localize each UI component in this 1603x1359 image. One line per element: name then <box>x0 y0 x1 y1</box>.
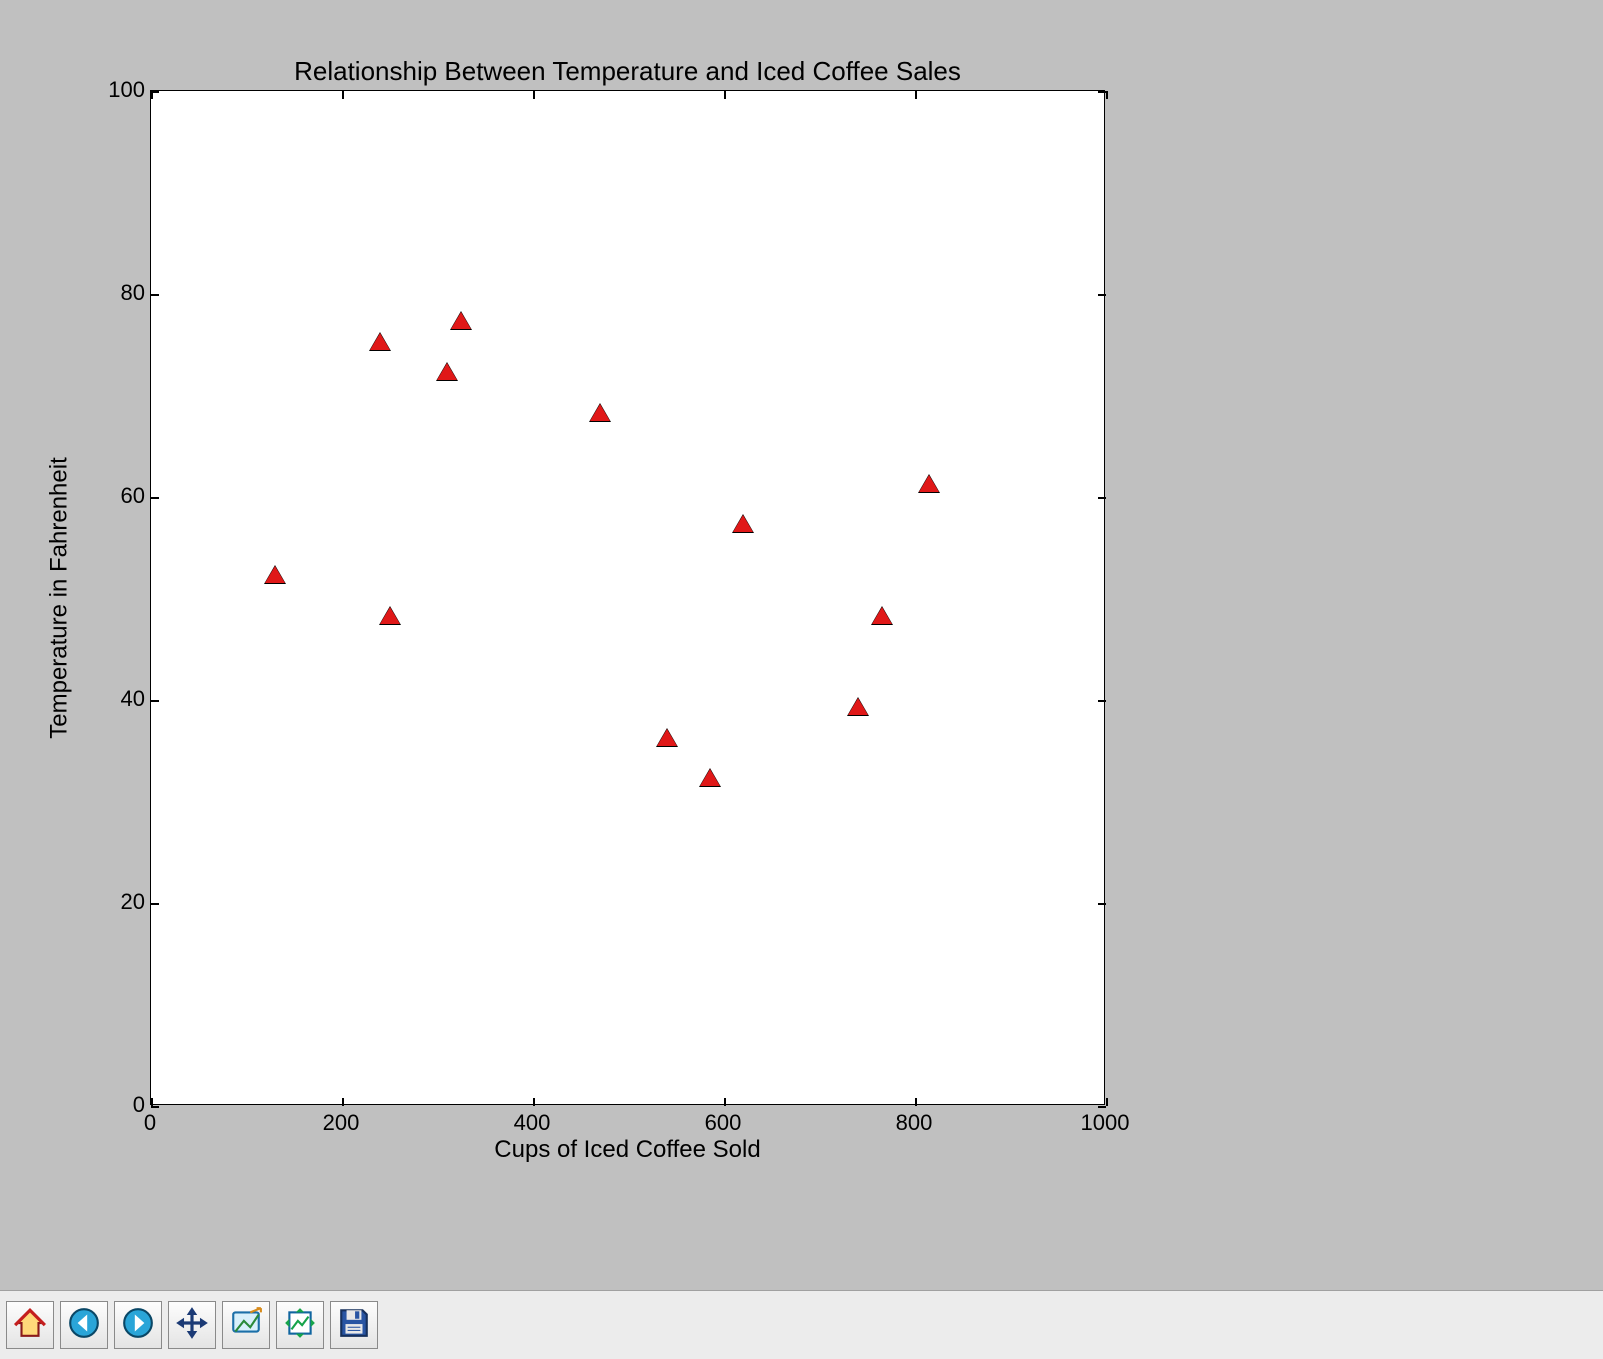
data-point <box>451 312 471 329</box>
data-point <box>370 333 390 350</box>
y-tick-label: 100 <box>85 77 145 103</box>
save-icon <box>337 1306 371 1345</box>
zoom-button[interactable] <box>222 1301 270 1349</box>
data-point <box>733 515 753 532</box>
zoom-rect-icon <box>229 1306 263 1345</box>
back-button[interactable] <box>60 1301 108 1349</box>
figure-canvas: Relationship Between Temperature and Ice… <box>0 0 1603 1290</box>
data-point <box>872 607 892 624</box>
chart-title: Relationship Between Temperature and Ice… <box>150 56 1105 87</box>
pan-button[interactable] <box>168 1301 216 1349</box>
y-tick-label: 20 <box>85 889 145 915</box>
arrow-left-icon <box>67 1306 101 1345</box>
x-tick-label: 800 <box>896 1110 933 1136</box>
home-button[interactable] <box>6 1301 54 1349</box>
data-point <box>437 363 457 380</box>
data-point <box>265 566 285 583</box>
x-tick-label: 200 <box>323 1110 360 1136</box>
data-point <box>657 729 677 746</box>
y-tick-label: 80 <box>85 280 145 306</box>
data-point <box>919 475 939 492</box>
data-point <box>700 769 720 786</box>
y-tick-label: 0 <box>85 1092 145 1118</box>
y-tick-label: 40 <box>85 686 145 712</box>
arrow-right-icon <box>121 1306 155 1345</box>
subplots-icon <box>283 1306 317 1345</box>
home-icon <box>13 1306 47 1345</box>
x-axis-label: Cups of Iced Coffee Sold <box>150 1136 1105 1164</box>
subplots-button[interactable] <box>276 1301 324 1349</box>
y-tick-label: 60 <box>85 483 145 509</box>
plot-area <box>150 90 1105 1105</box>
data-point <box>848 698 868 715</box>
x-tick-label: 0 <box>144 1110 156 1136</box>
x-tick-label: 600 <box>705 1110 742 1136</box>
data-point <box>380 607 400 624</box>
forward-button[interactable] <box>114 1301 162 1349</box>
app-window: Relationship Between Temperature and Ice… <box>0 0 1603 1359</box>
data-point <box>590 404 610 421</box>
navigation-toolbar <box>0 1290 1603 1359</box>
x-tick-label: 1000 <box>1081 1110 1130 1136</box>
y-axis-label: Temperature in Fahrenheit <box>40 90 80 1105</box>
save-button[interactable] <box>330 1301 378 1349</box>
move-icon <box>175 1306 209 1345</box>
x-tick-label: 400 <box>514 1110 551 1136</box>
